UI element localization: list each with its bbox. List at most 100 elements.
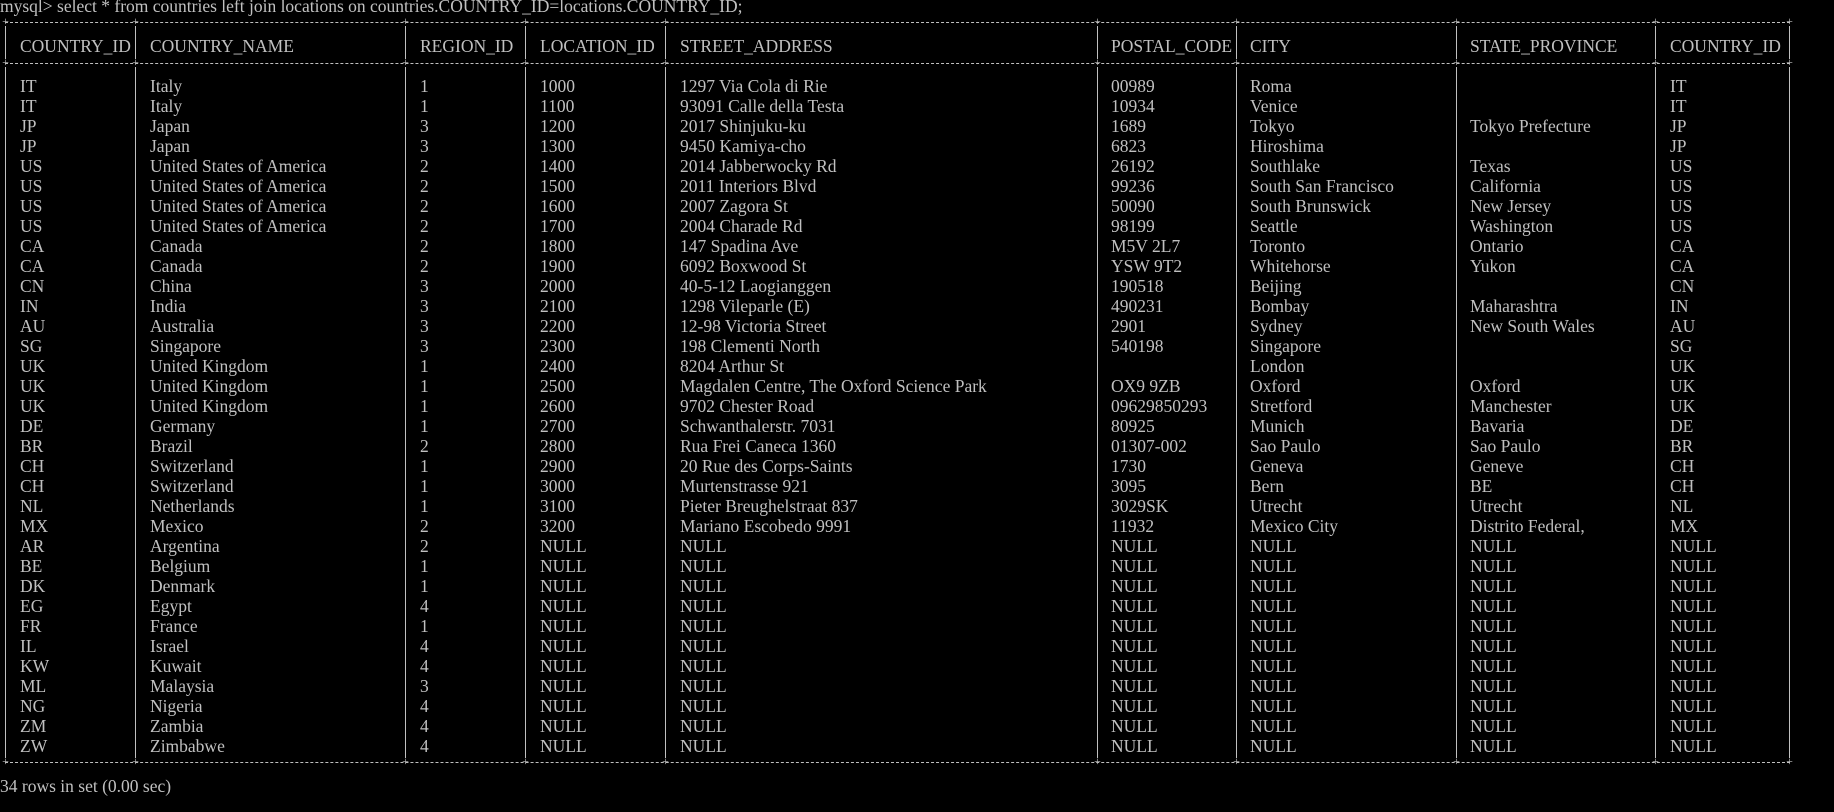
table-cell: 1100	[540, 96, 575, 116]
table-cell: NULL	[1470, 556, 1517, 576]
table-cell: NULL	[1111, 576, 1158, 596]
table-cell: NULL	[1250, 656, 1297, 676]
table-cell: MX	[20, 516, 49, 536]
sql-command: select * from countries left join locati…	[57, 0, 743, 16]
border-corner: +	[1786, 55, 1793, 69]
table-cell: NULL	[1250, 716, 1297, 736]
table-cell: NULL	[1470, 676, 1517, 696]
table-cell: NULL	[540, 696, 587, 716]
table-cell: NG	[20, 696, 46, 716]
table-cell: UK	[20, 396, 46, 416]
table-cell: California	[1470, 176, 1541, 196]
column-separator	[5, 26, 6, 59]
table-cell: NULL	[1250, 576, 1297, 596]
table-cell: 2600	[540, 396, 575, 416]
table-cell: Utrecht	[1250, 496, 1303, 516]
table-cell: Tokyo Prefecture	[1470, 116, 1591, 136]
table-cell: BR	[1670, 436, 1694, 456]
table-cell: JP	[20, 116, 37, 136]
table-cell: SG	[20, 336, 43, 356]
table-cell: 1	[420, 496, 429, 516]
table-cell: 50090	[1111, 196, 1155, 216]
table-cell: NULL	[1250, 556, 1297, 576]
table-cell: CH	[1670, 476, 1695, 496]
table-cell: Munich	[1250, 416, 1305, 436]
table-cell: 4	[420, 696, 429, 716]
table-cell: Malaysia	[150, 676, 215, 696]
border-corner: +	[1453, 754, 1460, 768]
table-cell: NULL	[540, 596, 587, 616]
table-cell: 1	[420, 576, 429, 596]
table-cell: NULL	[1470, 696, 1517, 716]
table-cell: Belgium	[150, 556, 211, 576]
table-cell: NULL	[540, 676, 587, 696]
table-cell: ZM	[20, 716, 47, 736]
border-corner: +	[2, 754, 9, 768]
table-cell: NL	[20, 496, 44, 516]
table-cell: OX9 9ZB	[1111, 376, 1181, 396]
table-cell: NULL	[540, 616, 587, 636]
table-cell: Singapore	[150, 336, 221, 356]
table-cell: 2	[420, 256, 429, 276]
table-cell: 3200	[540, 516, 575, 536]
table-cell: Geneve	[1470, 456, 1524, 476]
table-cell: Zambia	[150, 716, 204, 736]
table-cell: NULL	[1470, 656, 1517, 676]
table-cell: ML	[20, 676, 47, 696]
table-cell: 1700	[540, 216, 575, 236]
table-cell: 6092 Boxwood St	[680, 256, 807, 276]
border-corner: +	[662, 14, 669, 28]
table-cell: 4	[420, 716, 429, 736]
table-cell: Japan	[150, 136, 190, 156]
table-cell: NULL	[540, 656, 587, 676]
table-cell: NULL	[1670, 656, 1717, 676]
table-cell: Oxford	[1470, 376, 1521, 396]
table-cell: 3	[420, 336, 429, 356]
table-cell: NULL	[1111, 736, 1158, 756]
table-cell: NULL	[680, 716, 727, 736]
table-border-bottom	[5, 762, 1790, 763]
column-separator	[1456, 67, 1457, 758]
table-cell: 26192	[1111, 156, 1155, 176]
table-cell: 1400	[540, 156, 575, 176]
border-corner: +	[402, 55, 409, 69]
table-cell: Toronto	[1250, 236, 1306, 256]
table-cell: South Brunswick	[1250, 196, 1372, 216]
table-cell: Texas	[1470, 156, 1511, 176]
table-cell: Switzerland	[150, 476, 234, 496]
table-cell: Brazil	[150, 436, 193, 456]
table-cell: IL	[20, 636, 37, 656]
table-cell: France	[150, 616, 198, 636]
table-cell: Whitehorse	[1250, 256, 1331, 276]
table-cell: YSW 9T2	[1111, 256, 1183, 276]
table-cell: 1	[420, 556, 429, 576]
table-cell: 4	[420, 656, 429, 676]
table-cell: Seattle	[1250, 216, 1298, 236]
table-cell: 1900	[540, 256, 575, 276]
table-cell: 3029SK	[1111, 496, 1169, 516]
table-cell: 3	[420, 296, 429, 316]
command-line[interactable]: mysql> select * from countries left join…	[0, 0, 743, 16]
table-cell: 3000	[540, 476, 575, 496]
table-cell: CA	[1670, 256, 1695, 276]
border-corner: +	[2, 55, 9, 69]
border-corner: +	[132, 14, 139, 28]
table-cell: 4	[420, 736, 429, 756]
column-separator	[1236, 67, 1237, 758]
table-cell: Yukon	[1470, 256, 1516, 276]
border-corner: +	[1233, 754, 1240, 768]
table-cell: NULL	[680, 696, 727, 716]
table-cell: United States of America	[150, 156, 327, 176]
table-cell: South San Francisco	[1250, 176, 1394, 196]
terminal-window[interactable]: mysql> select * from countries left join…	[0, 0, 1834, 812]
table-cell: Italy	[150, 96, 183, 116]
table-cell: 2	[420, 216, 429, 236]
column-separator	[525, 67, 526, 758]
table-cell: 2	[420, 196, 429, 216]
table-cell: 147 Spadina Ave	[680, 236, 799, 256]
table-cell: Manchester	[1470, 396, 1552, 416]
table-cell: 2	[420, 236, 429, 256]
table-cell: NULL	[680, 576, 727, 596]
table-cell: NULL	[540, 536, 587, 556]
table-cell: NULL	[1250, 676, 1297, 696]
